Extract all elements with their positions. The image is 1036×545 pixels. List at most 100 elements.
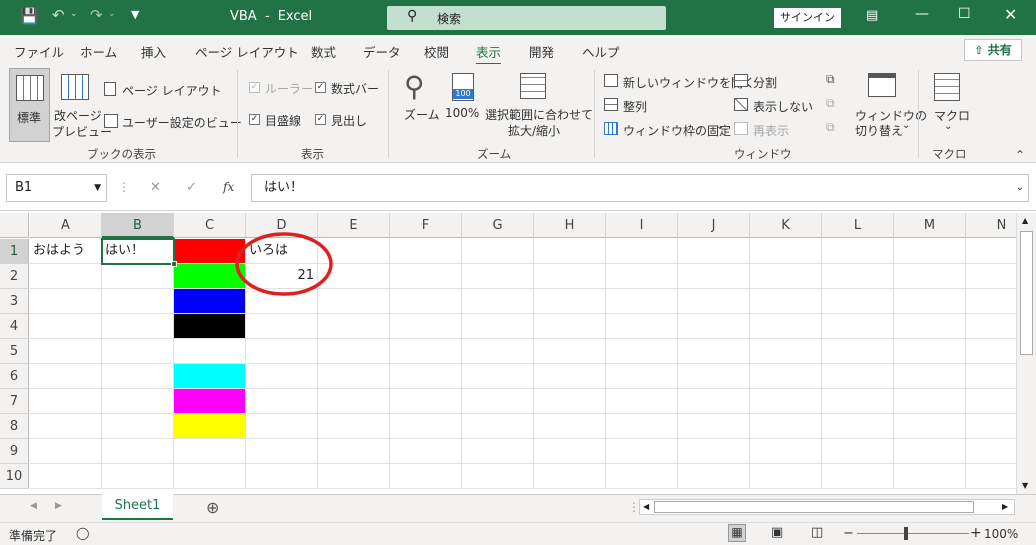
cell-j2[interactable] [678,264,750,289]
close-icon[interactable]: ✕ [1004,5,1017,24]
cell-g7[interactable] [462,389,534,414]
cell-g6[interactable] [462,364,534,389]
cell-k7[interactable] [750,389,822,414]
cell-g5[interactable] [462,339,534,364]
formula-bar-label[interactable]: 数式バー [331,80,379,97]
cell-g8[interactable] [462,414,534,439]
row-header-3[interactable]: 3 [0,289,29,314]
expand-formula-bar-icon[interactable]: ⌄ [1016,175,1024,201]
switch-windows-button[interactable]: ウィンドウの 切り替え ⌄ [852,70,927,140]
tab-view[interactable]: 表示 [476,42,502,65]
cell-n5[interactable] [966,339,1016,364]
share-button[interactable]: ⇧ 共有 [964,39,1022,61]
cell-h9[interactable] [534,439,606,464]
hide-button[interactable]: 表示しない [734,96,814,114]
cell-c6[interactable] [174,364,246,389]
cell-g1[interactable] [462,239,534,264]
arrange-button[interactable]: 整列 [604,96,664,114]
cell-n8[interactable] [966,414,1016,439]
vertical-scrollbar[interactable]: ▲ ▼ [1016,213,1036,495]
cell-k3[interactable] [750,289,822,314]
cell-h5[interactable] [534,339,606,364]
cell-k8[interactable] [750,414,822,439]
gridlines-label[interactable]: 目盛線 [265,112,301,129]
cell-d5[interactable] [246,339,318,364]
cell-h1[interactable] [534,239,606,264]
new-window-button[interactable]: 新しいウィンドウを開く [604,72,755,90]
column-header-l[interactable]: L [822,213,894,238]
vertical-scroll-thumb[interactable] [1020,231,1033,355]
cell-k5[interactable] [750,339,822,364]
cell-f6[interactable] [390,364,462,389]
cell-k1[interactable] [750,239,822,264]
cell-d6[interactable] [246,364,318,389]
zoom-in-button[interactable]: + [970,525,982,541]
cell-b3[interactable] [102,289,174,314]
search-box[interactable]: ⚲ 検索 [387,6,666,30]
cell-b4[interactable] [102,314,174,339]
redo-dropdown-icon[interactable]: ⌄ [108,9,116,19]
formula-input[interactable]: はい！ ⌄ [251,174,1029,202]
formula-bar-checkbox[interactable]: ✓ [315,82,326,93]
cell-l5[interactable] [822,339,894,364]
cell-j5[interactable] [678,339,750,364]
cell-k2[interactable] [750,264,822,289]
minimize-icon[interactable]: — [915,6,929,22]
undo-dropdown-icon[interactable]: ⌄ [70,9,78,19]
cell-a2[interactable] [30,264,102,289]
cell-k9[interactable] [750,439,822,464]
column-header-n[interactable]: N [966,213,1016,238]
cell-j10[interactable] [678,464,750,489]
undo-icon[interactable]: ↶ [52,6,65,24]
row-header-9[interactable]: 9 [0,439,29,464]
tab-developer[interactable]: 開発 [529,42,554,61]
cell-n2[interactable] [966,264,1016,289]
cell-b7[interactable] [102,389,174,414]
cell-b10[interactable] [102,464,174,489]
tab-page-layout[interactable]: ページ レイアウト [195,42,299,61]
cell-j9[interactable] [678,439,750,464]
tab-help[interactable]: ヘルプ [582,42,620,61]
cell-d4[interactable] [246,314,318,339]
cell-l6[interactable] [822,364,894,389]
cell-b5[interactable] [102,339,174,364]
cell-l9[interactable] [822,439,894,464]
cell-m6[interactable] [894,364,966,389]
cell-i3[interactable] [606,289,678,314]
cell-j6[interactable] [678,364,750,389]
cell-m3[interactable] [894,289,966,314]
tab-data[interactable]: データ [363,42,401,61]
hscroll-left-icon[interactable]: ◀ [643,502,649,511]
cell-h8[interactable] [534,414,606,439]
macro-recording-icon[interactable]: ◯ [76,526,89,540]
cell-b2[interactable] [102,264,174,289]
headings-checkbox[interactable]: ✓ [315,114,326,125]
cell-f8[interactable] [390,414,462,439]
cell-i5[interactable] [606,339,678,364]
cell-f9[interactable] [390,439,462,464]
cell-c9[interactable] [174,439,246,464]
cell-g2[interactable] [462,264,534,289]
cell-a10[interactable] [30,464,102,489]
headings-label[interactable]: 見出し [331,112,367,129]
cell-h10[interactable] [534,464,606,489]
maximize-icon[interactable]: ☐ [958,6,971,22]
cell-a3[interactable] [30,289,102,314]
cell-j8[interactable] [678,414,750,439]
cell-e4[interactable] [318,314,390,339]
cell-h3[interactable] [534,289,606,314]
zoom-button[interactable]: ⚲ ズーム [400,70,442,126]
ribbon-display-options-icon[interactable]: ▤ [866,8,878,23]
tab-scroll-left-icon[interactable]: ◀ [30,501,37,511]
gridlines-checkbox[interactable]: ✓ [249,114,260,125]
cell-c4[interactable] [174,314,246,339]
cell-f5[interactable] [390,339,462,364]
cell-f1[interactable] [390,239,462,264]
cell-n4[interactable] [966,314,1016,339]
zoom-level[interactable]: 100% [984,527,1018,541]
cell-e5[interactable] [318,339,390,364]
column-header-i[interactable]: I [606,213,678,238]
cell-l10[interactable] [822,464,894,489]
cell-l1[interactable] [822,239,894,264]
zoom-slider[interactable] [857,533,969,534]
